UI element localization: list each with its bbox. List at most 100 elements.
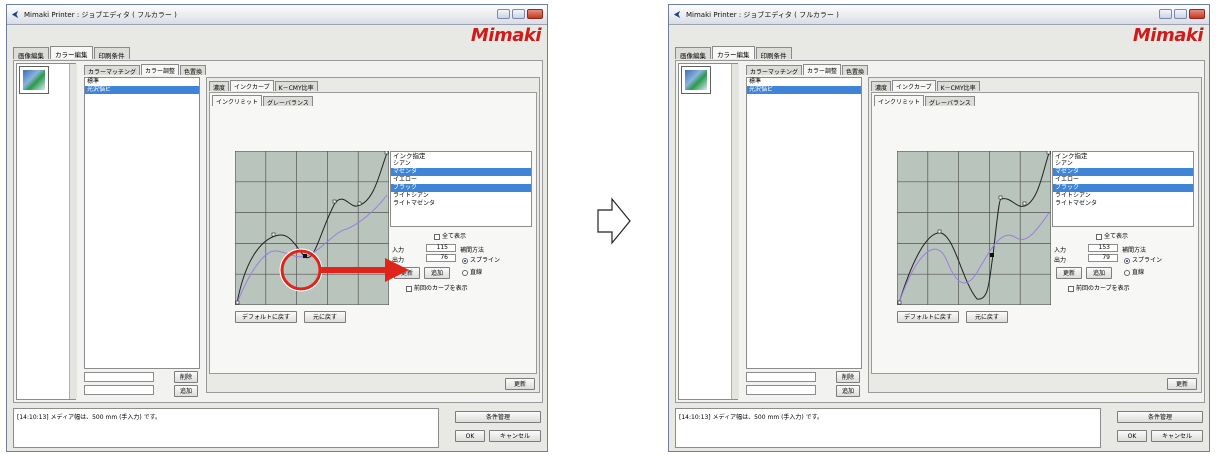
cancel-button[interactable]: キャンセル — [1151, 430, 1203, 442]
ink-list-header: インク指定 — [393, 152, 426, 160]
output-field[interactable]: 79 — [1088, 254, 1118, 262]
ink-curve-graph[interactable] — [897, 151, 1051, 305]
spline-radio[interactable]: スプライン — [462, 255, 500, 264]
linear-radio[interactable]: 直線 — [1124, 267, 1144, 276]
show-all-checkbox[interactable]: 全て表示 — [1096, 231, 1128, 240]
window-after: Mimaki Printer : ジョブエディタ ( フルカラー ) Mimak… — [668, 4, 1210, 452]
update-button[interactable]: 更新 — [1056, 267, 1082, 279]
add-button[interactable]: 追加 — [174, 385, 198, 397]
thumbnail-scrollbar[interactable] — [731, 64, 739, 399]
tab-k-cmy-ratio[interactable]: K－CMY比率 — [936, 81, 980, 92]
input-field[interactable]: 153 — [1088, 244, 1118, 252]
tab-k-cmy-ratio[interactable]: K－CMY比率 — [274, 81, 318, 92]
tab-color-matching[interactable]: カラーマッチング — [746, 65, 803, 76]
ink-item-magenta[interactable]: マゼンタ — [391, 168, 531, 176]
maximize-button[interactable] — [512, 9, 525, 19]
output-field[interactable]: 76 — [426, 254, 456, 262]
tab-color-replace[interactable]: 色置換 — [180, 65, 207, 76]
tab-ink-curve[interactable]: インクカーブ — [230, 80, 274, 91]
minimize-button[interactable] — [497, 9, 510, 19]
ok-button[interactable]: OK — [1117, 430, 1147, 442]
tab-density[interactable]: 濃度 — [209, 81, 230, 92]
adjust-panel: 濃度 インクカーブ K－CMY比率 インクリミット グレーバランス インク指定 … — [206, 77, 540, 393]
ink-list: インク指定 シアン マゼンタ イエロー ブラック ライトシアン ライトマゼンタ — [1052, 151, 1194, 227]
ink-list: インク指定 シアン マゼンタ イエロー ブラック ライトシアン ライトマゼンタ — [390, 151, 532, 227]
ok-button[interactable]: OK — [455, 430, 485, 442]
add-point-button[interactable]: 追加 — [1086, 267, 1112, 279]
spline-radio[interactable]: スプライン — [1124, 255, 1162, 264]
add-button[interactable]: 追加 — [836, 385, 860, 397]
name-field-2[interactable] — [84, 385, 154, 395]
ink-item-yellow[interactable]: イエロー — [1053, 176, 1193, 184]
delete-button[interactable]: 削除 — [174, 371, 198, 383]
ink-item-light-cyan[interactable]: ライトシアン — [1053, 192, 1193, 200]
manage-button[interactable]: 条件管理 — [1117, 411, 1203, 423]
close-button[interactable] — [1189, 9, 1205, 19]
tab-ink-curve[interactable]: インクカーブ — [892, 80, 936, 91]
app-icon — [11, 10, 19, 19]
show-all-checkbox[interactable]: 全て表示 — [434, 231, 466, 240]
prev-curve-checkbox[interactable]: 前回のカーブを表示 — [1068, 283, 1130, 292]
ink-item-black[interactable]: ブラック — [1053, 184, 1193, 192]
add-point-button[interactable]: 追加 — [424, 267, 450, 279]
tab-image-edit[interactable]: 画像編集 — [675, 47, 711, 60]
minimize-button[interactable] — [1159, 9, 1172, 19]
image-thumbnail[interactable] — [681, 66, 711, 94]
window-title: Mimaki Printer : ジョブエディタ ( フルカラー ) — [686, 11, 839, 19]
tab-gray-balance[interactable]: グレーバランス — [925, 96, 975, 107]
list-item-selected[interactable]: 光沢悩ビ — [747, 86, 861, 94]
thumbnail-scrollbar[interactable] — [69, 64, 77, 399]
linear-radio[interactable]: 直線 — [462, 267, 482, 276]
ink-tabs: インクリミット グレーバランス — [874, 95, 976, 107]
delete-button[interactable]: 削除 — [836, 371, 860, 383]
tab-color-edit[interactable]: カラー編集 — [50, 46, 93, 59]
ink-item-black[interactable]: ブラック — [391, 184, 531, 192]
transition-arrow-icon — [597, 197, 631, 245]
tab-density[interactable]: 濃度 — [871, 81, 892, 92]
tab-image-edit[interactable]: 画像編集 — [13, 47, 49, 60]
tab-color-edit[interactable]: カラー編集 — [712, 46, 755, 59]
status-log: [14:10:13] メディア幅は、500 mm (手入力) です。 — [13, 408, 439, 448]
ink-curve-pane: インクリミット グレーバランス インク指定 シアン マゼンタ イエロー ブラック… — [871, 92, 1199, 374]
image-thumbnail[interactable] — [19, 66, 49, 94]
brand-logo: Mimaki — [470, 25, 542, 46]
apply-button[interactable]: 更新 — [505, 378, 535, 390]
tab-ink-limit[interactable]: インクリミット — [212, 95, 263, 106]
undo-button[interactable]: 元に戻す — [304, 311, 346, 323]
tab-ink-limit[interactable]: インクリミット — [874, 95, 925, 106]
tab-gray-balance[interactable]: グレーバランス — [263, 96, 313, 107]
apply-button[interactable]: 更新 — [1167, 378, 1197, 390]
tab-color-replace[interactable]: 色置換 — [842, 65, 869, 76]
close-button[interactable] — [527, 9, 543, 19]
name-field-1[interactable] — [746, 372, 816, 382]
ink-item-light-cyan[interactable]: ライトシアン — [391, 192, 531, 200]
default-button[interactable]: デフォルトに戻す — [235, 311, 297, 323]
list-item-selected[interactable]: 光沢悩ビ — [85, 86, 199, 94]
ink-item-cyan[interactable]: シアン — [391, 160, 531, 168]
ink-item-cyan[interactable]: シアン — [1053, 160, 1193, 168]
list-item[interactable]: 標準 — [85, 78, 199, 86]
ink-item-light-magenta[interactable]: ライトマゼンタ — [391, 200, 531, 208]
name-field-2[interactable] — [746, 385, 816, 395]
ink-item-light-magenta[interactable]: ライトマゼンタ — [1053, 200, 1193, 208]
undo-button[interactable]: 元に戻す — [966, 311, 1008, 323]
name-field-1[interactable] — [84, 372, 154, 382]
tab-color-adjust[interactable]: カラー調整 — [141, 64, 180, 75]
list-item[interactable]: 標準 — [747, 78, 861, 86]
interp-label: 補間方法 — [1122, 247, 1147, 254]
input-field[interactable]: 115 — [426, 244, 456, 252]
color-tabs: カラーマッチング カラー調整 色置換 — [746, 64, 869, 76]
manage-button[interactable]: 条件管理 — [455, 411, 541, 423]
maximize-button[interactable] — [1174, 9, 1187, 19]
tab-color-matching[interactable]: カラーマッチング — [84, 65, 141, 76]
cancel-button[interactable]: キャンセル — [489, 430, 541, 442]
ink-item-yellow[interactable]: イエロー — [391, 176, 531, 184]
title-bar: Mimaki Printer : ジョブエディタ ( フルカラー ) — [7, 5, 547, 25]
default-button[interactable]: デフォルトに戻す — [897, 311, 959, 323]
status-message: [14:10:13] メディア幅は、500 mm (手入力) です。 — [679, 414, 824, 421]
tab-print-conditions[interactable]: 印刷条件 — [93, 47, 130, 60]
ink-item-magenta[interactable]: マゼンタ — [1053, 168, 1193, 176]
tab-color-adjust[interactable]: カラー調整 — [803, 64, 842, 75]
tab-print-conditions[interactable]: 印刷条件 — [755, 47, 792, 60]
ink-curve-pane: インクリミット グレーバランス インク指定 シアン マゼンタ イエロー ブラック… — [209, 92, 537, 374]
